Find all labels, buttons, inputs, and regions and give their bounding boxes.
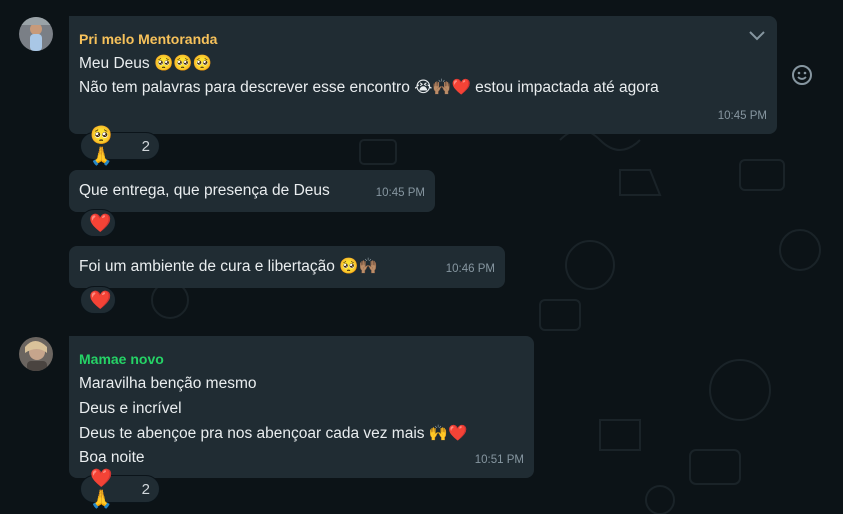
reaction-emojis: ❤️ [89,289,112,310]
reaction-emojis: ❤️🙏 [90,468,113,509]
reactions-pill[interactable]: ❤️ [80,286,116,314]
sender-name: Mamae novo [79,351,164,367]
reactions-pill[interactable]: ❤️ [80,209,116,237]
reactions-pill[interactable]: 🥺🙏 2 [80,125,160,166]
reaction-emojis: ❤️ [89,212,112,233]
message-bubble[interactable]: Mamae novo Maravilha benção mesmo Deus e… [69,336,534,478]
reaction-emojis: 🥺🙏 [90,125,113,166]
avatar-pri-melo[interactable] [19,17,53,51]
reaction-count: 2 [141,480,150,498]
avatar-image [19,17,53,51]
message-line: Meu Deus 🥺🥺🥺 [79,55,212,72]
avatar-mamae-novo[interactable] [19,337,53,371]
reaction-count: 2 [141,137,150,155]
message-time: 10:45 PM [717,109,767,122]
reactions-pill[interactable]: ❤️🙏 2 [80,468,160,509]
message-text: Que entrega, que presença de Deus [79,182,330,199]
chevron-down-icon[interactable] [747,28,767,42]
message-bubble[interactable]: Foi um ambiente de cura e libertação 🥺🙌🏽… [69,246,505,288]
message-line: Deus te abençoe pra nos abençoar cada ve… [79,425,468,442]
message-line: Boa noite [79,449,145,466]
message-bubble[interactable]: Pri melo Mentoranda Meu Deus 🥺🥺🥺 Não tem… [69,16,777,134]
message-time: 10:51 PM [474,453,524,466]
message-line: Deus e incrível [79,400,182,417]
message-line: Maravilha benção mesmo [79,375,257,392]
smiley-icon[interactable] [790,63,814,87]
message-text: Foi um ambiente de cura e libertação 🥺🙌🏽 [79,258,378,275]
sender-name: Pri melo Mentoranda [79,31,218,47]
message-time: 10:45 PM [375,186,425,199]
message-line: Não tem palavras para descrever esse enc… [79,79,659,96]
message-time: 10:46 PM [445,262,495,275]
avatar-image [19,337,53,371]
message-bubble[interactable]: Que entrega, que presença de Deus 10:45 … [69,170,435,212]
